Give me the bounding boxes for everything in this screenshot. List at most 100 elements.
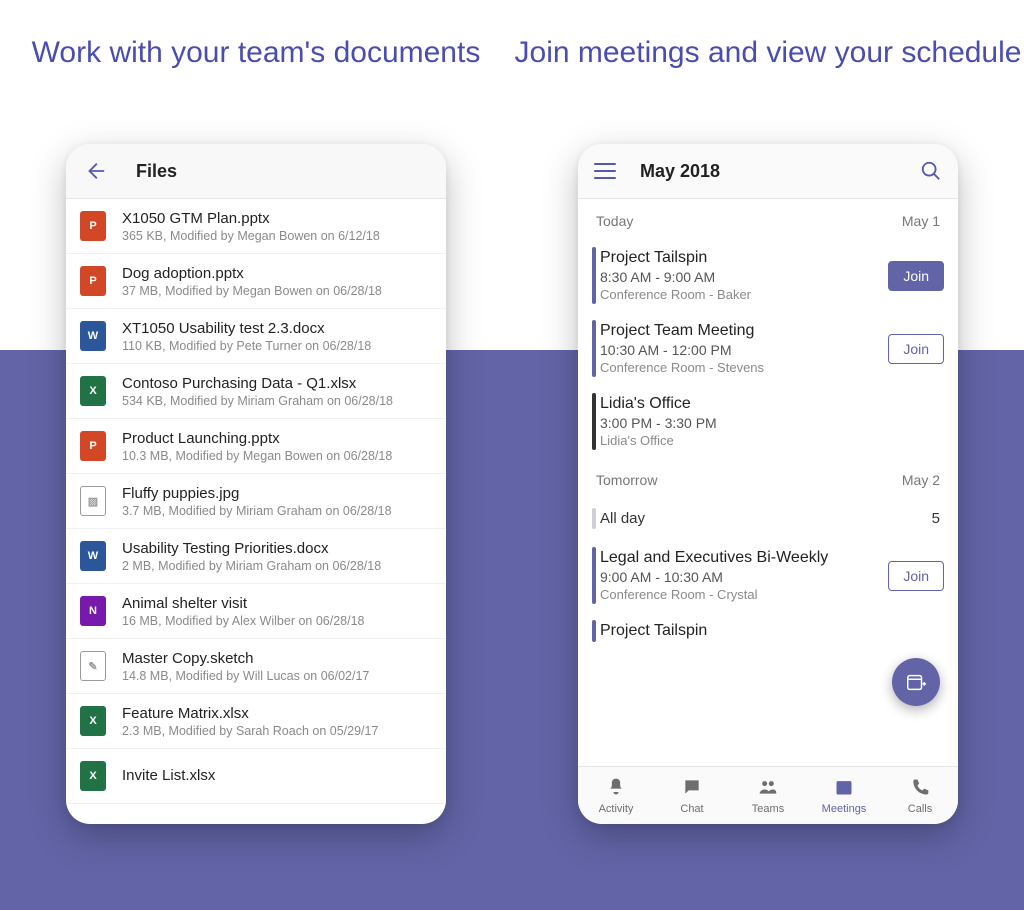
activity-icon — [606, 777, 626, 800]
file-row[interactable]: X Invite List.xlsx — [66, 749, 446, 804]
file-row[interactable]: W XT1050 Usability test 2.3.docx 110 KB,… — [66, 309, 446, 364]
event-title: Legal and Executives Bi-Weekly — [600, 549, 888, 567]
file-meta: 365 KB, Modified by Megan Bowen on 6/12/… — [122, 229, 380, 243]
tab-label: Teams — [752, 803, 784, 815]
new-meeting-fab[interactable] — [892, 658, 940, 706]
section-header: Tomorrow May 2 — [578, 458, 958, 498]
meeting-row[interactable]: Legal and Executives Bi-Weekly 9:00 AM -… — [578, 539, 958, 612]
file-row[interactable]: P X1050 GTM Plan.pptx 365 KB, Modified b… — [66, 199, 446, 254]
file-row[interactable]: W Usability Testing Priorities.docx 2 MB… — [66, 529, 446, 584]
file-row[interactable]: X Contoso Purchasing Data - Q1.xlsx 534 … — [66, 364, 446, 419]
headline-left: Work with your team's documents — [32, 34, 481, 144]
event-title: Project Tailspin — [600, 249, 888, 267]
all-day-row[interactable]: All day5 — [578, 498, 958, 539]
file-type-icon: X — [76, 704, 110, 738]
tab-label: Activity — [599, 803, 634, 815]
section-date: May 2 — [902, 472, 940, 488]
tab-label: Chat — [680, 803, 703, 815]
event-accent-bar — [592, 320, 596, 377]
file-name: Invite List.xlsx — [122, 767, 215, 784]
headline-right: Join meetings and view your schedule — [515, 34, 1022, 144]
event-accent-bar — [592, 547, 596, 604]
tab-meetings[interactable]: Meetings — [806, 767, 882, 824]
section-date: May 1 — [902, 213, 940, 229]
file-row[interactable]: P Product Launching.pptx 10.3 MB, Modifi… — [66, 419, 446, 474]
file-name: Animal shelter visit — [122, 595, 365, 612]
back-arrow-icon[interactable] — [84, 160, 106, 182]
tab-teams[interactable]: Teams — [730, 767, 806, 824]
file-meta: 2 MB, Modified by Miriam Graham on 06/28… — [122, 559, 381, 573]
file-meta: 2.3 MB, Modified by Sarah Roach on 05/29… — [122, 724, 378, 738]
file-name: Usability Testing Priorities.docx — [122, 540, 381, 557]
chat-icon — [682, 777, 702, 800]
event-title: Project Tailspin — [600, 622, 944, 640]
event-location: Conference Room - Baker — [600, 287, 888, 302]
file-type-icon: P — [76, 264, 110, 298]
meeting-row[interactable]: Lidia's Office 3:00 PM - 3:30 PM Lidia's… — [578, 385, 958, 458]
file-meta: 14.8 MB, Modified by Will Lucas on 06/02… — [122, 669, 369, 683]
file-name: X1050 GTM Plan.pptx — [122, 210, 380, 227]
file-meta: 3.7 MB, Modified by Miriam Graham on 06/… — [122, 504, 392, 518]
file-row[interactable]: X Feature Matrix.xlsx 2.3 MB, Modified b… — [66, 694, 446, 749]
tab-chat[interactable]: Chat — [654, 767, 730, 824]
tab-label: Meetings — [822, 803, 867, 815]
file-row[interactable]: P Dog adoption.pptx 37 MB, Modified by M… — [66, 254, 446, 309]
join-button[interactable]: Join — [888, 561, 944, 591]
event-time: 10:30 AM - 12:00 PM — [600, 342, 888, 358]
phone-meetings: May 2018 TodayMay 1 Project Tailspin 8:3… — [578, 144, 958, 824]
meeting-row[interactable]: Project Tailspin 8:30 AM - 9:00 AM Confe… — [578, 239, 958, 312]
event-location: Conference Room - Crystal — [600, 587, 888, 602]
files-header: Files — [66, 144, 446, 199]
section-header: TodayMay 1 — [578, 199, 958, 239]
file-row[interactable]: ✎ Master Copy.sketch 14.8 MB, Modified b… — [66, 639, 446, 694]
join-button[interactable]: Join — [888, 334, 944, 364]
event-title: Project Team Meeting — [600, 322, 888, 340]
file-row[interactable]: ▨ Fluffy puppies.jpg 3.7 MB, Modified by… — [66, 474, 446, 529]
meetings-header: May 2018 — [578, 144, 958, 199]
event-accent-bar — [592, 247, 596, 304]
file-name: Master Copy.sketch — [122, 650, 369, 667]
event-accent-bar — [592, 620, 596, 642]
file-type-icon: W — [76, 539, 110, 573]
tab-activity[interactable]: Activity — [578, 767, 654, 824]
meeting-row[interactable]: Project Tailspin — [578, 612, 958, 650]
file-type-icon: ✎ — [76, 649, 110, 683]
file-type-icon: P — [76, 209, 110, 243]
file-type-icon: ▨ — [76, 484, 110, 518]
event-time: 9:00 AM - 10:30 AM — [600, 569, 888, 585]
file-type-icon: N — [76, 594, 110, 628]
meeting-row[interactable]: Project Team Meeting 10:30 AM - 12:00 PM… — [578, 312, 958, 385]
tab-calls[interactable]: Calls — [882, 767, 958, 824]
event-location: Conference Room - Stevens — [600, 360, 888, 375]
file-name: Product Launching.pptx — [122, 430, 392, 447]
section-label: Tomorrow — [596, 472, 657, 488]
event-time: 3:00 PM - 3:30 PM — [600, 415, 944, 431]
files-title: Files — [136, 161, 177, 182]
phone-files: Files P X1050 GTM Plan.pptx 365 KB, Modi… — [66, 144, 446, 824]
all-day-count: 5 — [932, 510, 940, 527]
file-row[interactable]: N Animal shelter visit 16 MB, Modified b… — [66, 584, 446, 639]
event-title: Lidia's Office — [600, 395, 944, 413]
file-meta: 10.3 MB, Modified by Megan Bowen on 06/2… — [122, 449, 392, 463]
file-name: Fluffy puppies.jpg — [122, 485, 392, 502]
file-name: Feature Matrix.xlsx — [122, 705, 378, 722]
hamburger-icon[interactable] — [594, 163, 616, 179]
file-meta: 534 KB, Modified by Miriam Graham on 06/… — [122, 394, 393, 408]
event-location: Lidia's Office — [600, 433, 944, 448]
search-icon[interactable] — [920, 160, 942, 182]
event-accent-bar — [592, 393, 596, 450]
meetings-body: TodayMay 1 Project Tailspin 8:30 AM - 9:… — [578, 199, 958, 766]
join-button[interactable]: Join — [888, 261, 944, 291]
calls-icon — [910, 777, 930, 800]
teams-icon — [758, 777, 778, 800]
meetings-icon — [834, 777, 854, 800]
file-type-icon: W — [76, 319, 110, 353]
file-meta: 16 MB, Modified by Alex Wilber on 06/28/… — [122, 614, 365, 628]
file-name: Dog adoption.pptx — [122, 265, 382, 282]
file-name: XT1050 Usability test 2.3.docx — [122, 320, 371, 337]
file-type-icon: X — [76, 374, 110, 408]
file-type-icon: X — [76, 759, 110, 793]
file-name: Contoso Purchasing Data - Q1.xlsx — [122, 375, 393, 392]
file-meta: 37 MB, Modified by Megan Bowen on 06/28/… — [122, 284, 382, 298]
meetings-title: May 2018 — [640, 161, 920, 182]
